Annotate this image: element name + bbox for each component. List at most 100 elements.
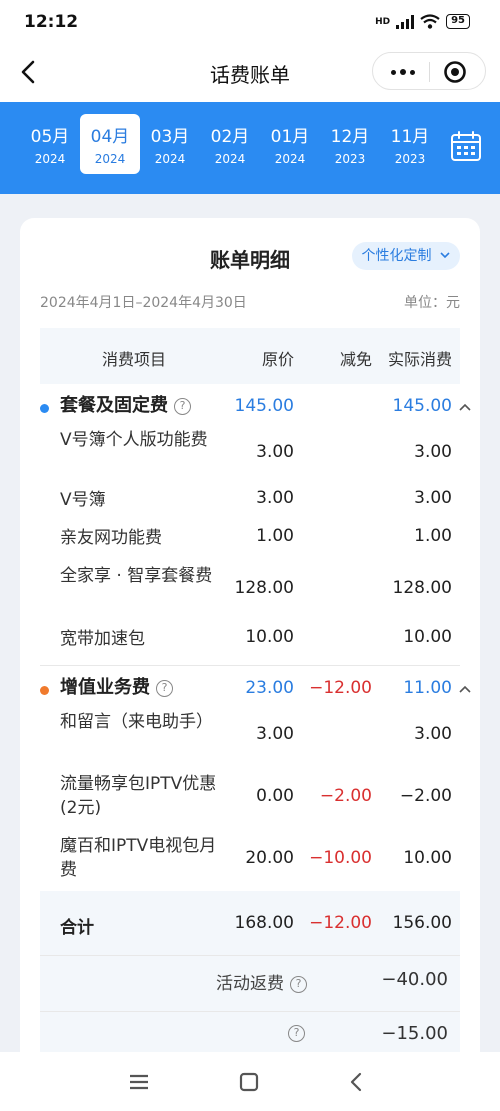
category-actual: 145.00 <box>392 396 452 416</box>
month-tab[interactable]: 01月 2024 <box>260 114 320 174</box>
month-tab[interactable]: 02月 2024 <box>200 114 260 174</box>
divider <box>40 955 460 956</box>
item-name: 魔百和IPTV电视包月费 <box>60 836 217 880</box>
month-tab[interactable]: 12月 2023 <box>320 114 380 174</box>
month-label: 01月 <box>270 127 310 147</box>
col-item: 消费项目 <box>102 350 167 369</box>
month-tab[interactable]: 03月 2024 <box>140 114 200 174</box>
more-dot-icon <box>391 69 396 75</box>
col-original: 原价 <box>261 350 294 369</box>
item-original: 0.00 <box>256 786 294 806</box>
category-name: 套餐及固定费? <box>60 394 191 418</box>
month-selector: 05月 2024 04月 2024 03月 2024 02月 2024 01月 2024 … <box>0 102 500 194</box>
col-actual: 实际消费 <box>387 350 452 369</box>
status-icons: HD 95 <box>375 14 470 29</box>
item-discount: −2.00 <box>319 786 372 806</box>
item-name: 流量畅享包IPTV优惠(2元) <box>60 774 217 818</box>
help-icon[interactable]: ? <box>290 976 307 993</box>
calendar-icon[interactable] <box>450 130 482 162</box>
item-name: 宽带加速包 <box>60 629 145 649</box>
category-bullet <box>40 404 49 413</box>
item-actual: 10.00 <box>403 848 452 868</box>
category-original: 23.00 <box>245 678 294 698</box>
more-dot-icon <box>410 69 415 75</box>
bill-card: 账单明细 个性化定制 2024年4月1日–2024年4月30日 单位：元 消费项… <box>20 218 480 1068</box>
bill-date-range: 2024年4月1日–2024年4月30日 <box>40 295 247 311</box>
month-year: 2023 <box>334 152 366 166</box>
status-bar: 12:12 HD 95 <box>0 0 500 44</box>
item-actual: 3.00 <box>414 724 452 744</box>
back-nav-icon[interactable] <box>342 1068 372 1096</box>
close-mini-program-button[interactable] <box>433 53 477 91</box>
category-discount: −12.00 <box>309 678 372 698</box>
item-name: V号簿 <box>60 490 106 510</box>
customize-button[interactable]: 个性化定制 <box>351 242 460 270</box>
item-original: 20.00 <box>245 848 294 868</box>
item-name: 全家享 · 智享套餐费 <box>60 566 213 586</box>
month-year: 2024 <box>214 152 246 166</box>
help-icon[interactable]: ? <box>288 1025 305 1042</box>
item-name: 和留言（来电助手） <box>60 712 213 732</box>
item-discount: −10.00 <box>309 848 372 868</box>
month-year: 2023 <box>394 152 426 166</box>
extra-rebate-label: ? <box>282 1023 305 1043</box>
customize-label: 个性化定制 <box>361 248 432 264</box>
category-actual: 11.00 <box>403 678 452 698</box>
month-label: 04月 <box>90 127 130 147</box>
category-name: 增值业务费? <box>60 676 173 700</box>
total-discount: −12.00 <box>309 913 372 933</box>
col-discount: 减免 <box>339 350 372 369</box>
title-bar: 话费账单 <box>0 44 500 102</box>
more-button[interactable] <box>381 53 425 91</box>
hd-signal-label: HD <box>375 16 391 27</box>
table-header: 消费项目 原价 减免 实际消费 <box>40 328 460 384</box>
item-actual: 3.00 <box>414 442 452 462</box>
month-tab[interactable]: 05月 2024 <box>20 114 80 174</box>
chevron-up-icon[interactable] <box>458 684 472 694</box>
currency-unit: 单位：元 <box>404 295 460 311</box>
item-original: 128.00 <box>234 578 294 598</box>
wifi-icon <box>420 14 440 29</box>
month-tab-active[interactable]: 04月 2024 <box>80 114 140 174</box>
rebate-label-text: 活动返费 <box>216 974 284 994</box>
chevron-up-icon[interactable] <box>458 402 472 412</box>
divider <box>40 665 460 666</box>
help-icon[interactable]: ? <box>174 398 191 415</box>
total-original: 168.00 <box>234 913 294 933</box>
chevron-down-icon <box>440 252 450 259</box>
extra-rebate-value: −15.00 <box>381 1023 448 1044</box>
help-icon[interactable]: ? <box>156 680 173 697</box>
total-label: 合计 <box>60 918 94 938</box>
more-dot-icon <box>400 69 406 75</box>
item-actual: 3.00 <box>414 488 452 508</box>
month-year: 2024 <box>154 152 186 166</box>
item-actual: 128.00 <box>392 578 452 598</box>
month-label: 12月 <box>330 127 370 147</box>
totals-section: 合计 168.00 −12.00 156.00 活动返费? −40.00 ? −… <box>40 891 460 1068</box>
item-actual: 10.00 <box>403 627 452 647</box>
month-label: 11月 <box>390 127 430 147</box>
item-original: 3.00 <box>256 724 294 744</box>
rebate-value: −40.00 <box>381 969 448 990</box>
status-time: 12:12 <box>24 12 79 32</box>
category-name-text: 增值业务费 <box>60 677 150 698</box>
system-nav-bar <box>0 1052 500 1111</box>
total-actual: 156.00 <box>392 913 452 933</box>
category-row[interactable]: 增值业务费? 23.00 −12.00 11.00 <box>20 676 480 704</box>
category-name-text: 套餐及固定费 <box>60 395 168 416</box>
capsule-divider <box>429 62 430 82</box>
menu-icon[interactable] <box>124 1068 154 1096</box>
month-tab[interactable]: 11月 2023 <box>380 114 440 174</box>
month-label: 02月 <box>210 127 250 147</box>
item-original: 3.00 <box>256 488 294 508</box>
month-label: 05月 <box>30 127 70 147</box>
item-original: 1.00 <box>256 526 294 546</box>
month-year: 2024 <box>274 152 306 166</box>
item-actual: −2.00 <box>399 786 452 806</box>
item-original: 3.00 <box>256 442 294 462</box>
signal-icon <box>396 14 415 29</box>
month-year: 2024 <box>94 152 126 166</box>
rebate-label: 活动返费? <box>216 969 307 994</box>
category-row[interactable]: 套餐及固定费? 145.00 145.00 <box>20 394 480 422</box>
home-icon[interactable] <box>234 1068 264 1096</box>
